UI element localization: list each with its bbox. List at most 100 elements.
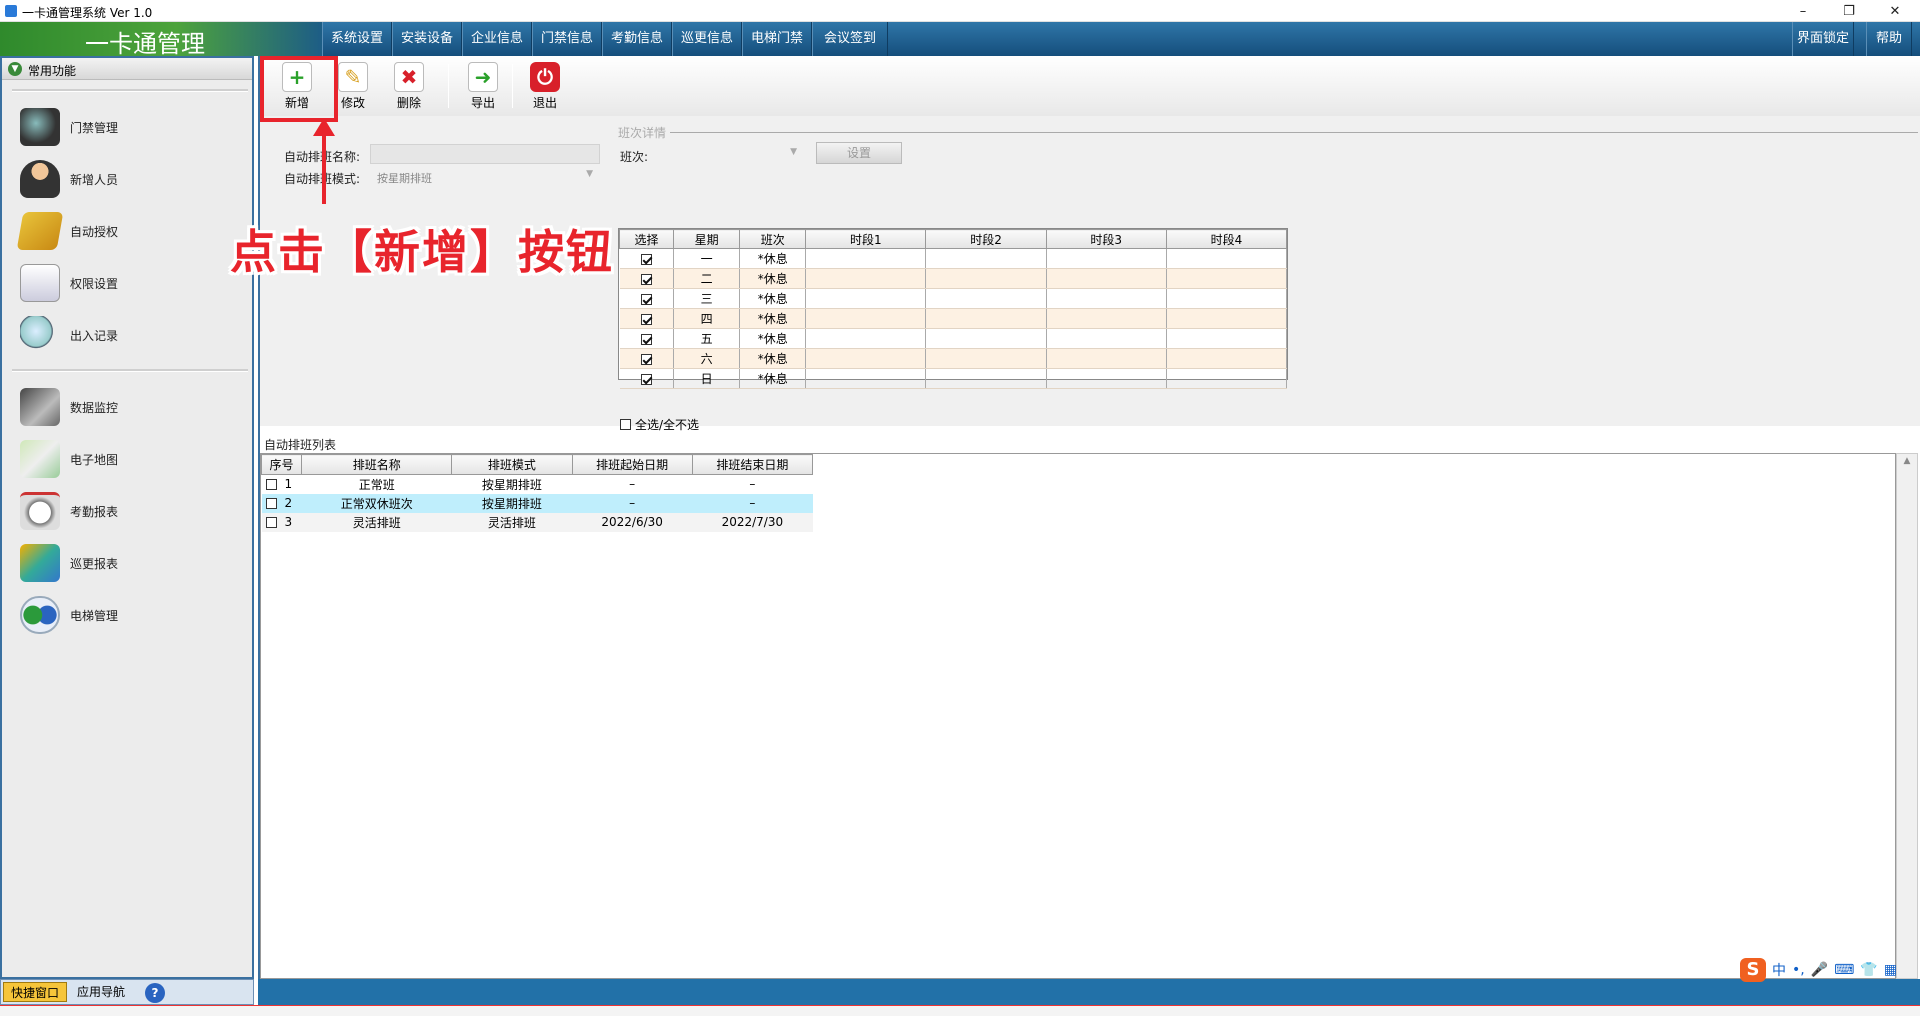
sidebar-item-access-control[interactable]: 门禁管理 (12, 104, 232, 150)
col-select[interactable]: 选择 (618, 229, 675, 249)
row-checkbox[interactable] (265, 517, 277, 528)
menu-grid-icon[interactable]: ▦ (1884, 962, 1897, 978)
schedule-mode-select[interactable]: 按星期排班 ▼ (370, 166, 600, 186)
ime-mode[interactable]: 中 (1772, 960, 1786, 980)
week-row[interactable]: 日 *休息 (619, 368, 1288, 389)
period-cell[interactable] (1166, 308, 1288, 329)
row-checkbox[interactable] (265, 498, 277, 509)
sidebar-item-add-person[interactable]: 新增人员 (12, 156, 232, 202)
mic-icon[interactable]: 🎤 (1811, 962, 1828, 978)
sidebar-item-access-records[interactable]: 出入记录 (12, 312, 232, 358)
row-checkbox[interactable] (640, 273, 652, 285)
set-button[interactable]: 设置 (816, 142, 902, 164)
period-cell[interactable] (1046, 248, 1167, 269)
menu-elevator-access[interactable]: 电梯门禁 (742, 22, 812, 56)
week-row[interactable]: 五 *休息 (619, 328, 1288, 349)
period-cell[interactable] (805, 328, 927, 349)
close-button[interactable]: ✕ (1872, 0, 1918, 22)
shift-cell[interactable]: *休息 (739, 368, 807, 389)
help-icon[interactable]: ? (145, 983, 165, 1003)
col-period3[interactable]: 时段3 (1045, 229, 1167, 249)
row-checkbox[interactable] (640, 353, 652, 365)
week-row[interactable]: 三 *休息 (619, 288, 1288, 309)
minimize-button[interactable]: – (1780, 0, 1826, 22)
period-cell[interactable] (925, 248, 1047, 269)
shift-cell[interactable]: *休息 (739, 328, 807, 349)
week-row[interactable]: 四 *休息 (619, 308, 1288, 329)
table-row[interactable]: 1 正常班 按星期排班 – – (262, 475, 813, 494)
punct-icon[interactable]: •, (1792, 962, 1805, 978)
period-cell[interactable] (805, 368, 927, 389)
row-checkbox[interactable] (640, 333, 652, 345)
shift-cell[interactable]: *休息 (739, 348, 807, 369)
week-row[interactable]: 六 *休息 (619, 348, 1288, 369)
week-row[interactable]: 一 *休息 (619, 248, 1288, 269)
col-end-date[interactable]: 排班结束日期 (691, 454, 814, 475)
period-cell[interactable] (805, 288, 927, 309)
period-cell[interactable] (1046, 328, 1167, 349)
vertical-scrollbar[interactable]: ▲ (1896, 453, 1918, 979)
menu-help[interactable]: 帮助 (1866, 22, 1912, 56)
sidebar-item-patrol-report[interactable]: 巡更报表 (12, 540, 232, 586)
menu-system-settings[interactable]: 系统设置 (322, 22, 392, 56)
tab-quick-window[interactable]: 快捷窗口 (3, 982, 67, 1002)
tab-app-navigation[interactable]: 应用导航 (69, 982, 133, 1002)
col-period1[interactable]: 时段1 (805, 229, 927, 249)
menu-patrol-info[interactable]: 巡更信息 (672, 22, 742, 56)
col-no[interactable]: 序号 (260, 454, 303, 475)
row-checkbox[interactable] (265, 479, 277, 491)
period-cell[interactable] (805, 308, 927, 329)
sidebar-item-e-map[interactable]: 电子地图 (12, 436, 232, 482)
period-cell[interactable] (925, 348, 1047, 369)
col-weekday[interactable]: 星期 (673, 229, 741, 249)
menu-meeting-checkin[interactable]: 会议签到 (812, 22, 888, 56)
row-checkbox[interactable] (640, 253, 652, 265)
period-cell[interactable] (925, 288, 1047, 309)
shift-cell[interactable]: *休息 (739, 248, 807, 269)
select-all-toggle[interactable]: 全选/全不选 (620, 416, 699, 433)
period-cell[interactable] (925, 368, 1047, 389)
sidebar-item-data-monitor[interactable]: 数据监控 (12, 384, 232, 430)
shift-cell[interactable]: *休息 (739, 288, 807, 309)
col-start-date[interactable]: 排班起始日期 (571, 454, 693, 475)
period-cell[interactable] (1166, 348, 1288, 369)
col-period2[interactable]: 时段2 (925, 229, 1047, 249)
collapse-icon[interactable]: ▼ (8, 62, 22, 76)
col-period4[interactable]: 时段4 (1165, 229, 1288, 249)
row-checkbox[interactable] (640, 293, 652, 305)
sogou-logo-icon[interactable]: S (1740, 958, 1766, 982)
menu-company-info[interactable]: 企业信息 (462, 22, 532, 56)
schedule-name-input[interactable] (370, 144, 600, 164)
menu-lock-ui[interactable]: 界面锁定 (1792, 22, 1854, 56)
col-mode[interactable]: 排班模式 (451, 454, 573, 475)
period-cell[interactable] (1166, 268, 1288, 289)
sidebar-item-permission-settings[interactable]: 权限设置 (12, 260, 232, 306)
period-cell[interactable] (1166, 248, 1288, 269)
col-name[interactable]: 排班名称 (301, 454, 453, 475)
skin-icon[interactable]: 👕 (1860, 962, 1877, 978)
shift-select[interactable]: ▼ (654, 144, 804, 164)
export-button[interactable]: ➜ 导出 (456, 60, 510, 114)
period-cell[interactable] (1166, 368, 1288, 389)
period-cell[interactable] (1046, 288, 1167, 309)
menu-access-info[interactable]: 门禁信息 (532, 22, 602, 56)
table-row[interactable]: 2 正常双休班次 按星期排班 – – (261, 493, 813, 513)
exit-button[interactable]: ⏻ 退出 (518, 60, 572, 114)
week-row[interactable]: 二 *休息 (619, 268, 1288, 289)
menu-attendance-info[interactable]: 考勤信息 (602, 22, 672, 56)
sidebar-item-elevator[interactable]: 电梯管理 (12, 592, 232, 638)
period-cell[interactable] (1046, 268, 1167, 289)
period-cell[interactable] (805, 268, 927, 289)
restore-button[interactable]: ❐ (1826, 0, 1872, 22)
sidebar-header[interactable]: ▼ 常用功能 (2, 58, 252, 80)
shift-cell[interactable]: *休息 (739, 268, 807, 289)
period-cell[interactable] (1046, 308, 1167, 329)
table-row[interactable]: 3 灵活排班 灵活排班 2022/6/30 2022/7/30 (261, 512, 813, 532)
col-shift[interactable]: 班次 (739, 229, 807, 249)
sidebar-item-auto-authorize[interactable]: 自动授权 (12, 208, 232, 254)
period-cell[interactable] (805, 248, 927, 269)
period-cell[interactable] (925, 268, 1047, 289)
delete-button[interactable]: ✖ 删除 (382, 60, 436, 114)
keyboard-icon[interactable]: ⌨ (1834, 962, 1854, 978)
scroll-up-icon[interactable]: ▲ (1897, 456, 1917, 466)
